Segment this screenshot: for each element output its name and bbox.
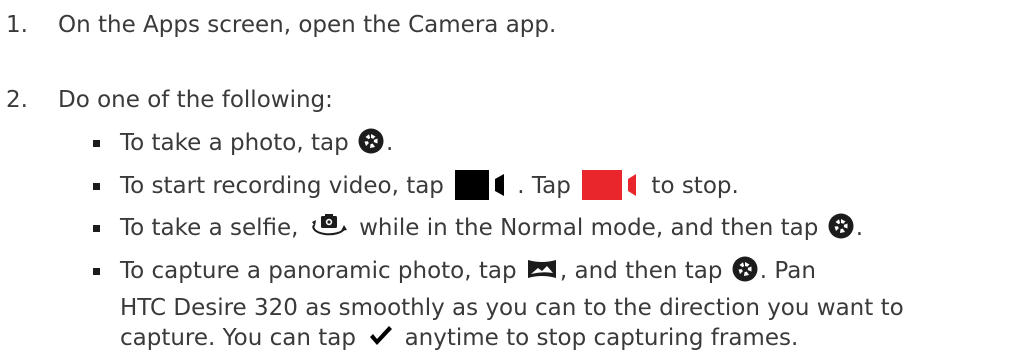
text-run: to stop. <box>644 173 739 199</box>
bullet-marker <box>93 268 100 275</box>
text-run: . Pan <box>759 258 816 284</box>
bullet-text: To start recording video, tap . Tap to s… <box>120 169 739 202</box>
switch-camera-icon <box>311 213 347 235</box>
bullet-marker <box>93 140 100 147</box>
text-run: To take a photo, tap <box>120 130 356 156</box>
text-run: while in the Normal mode, and then tap <box>351 215 826 241</box>
bullet-text: To take a photo, tap . <box>120 128 393 158</box>
step-text: Do one of the following: <box>58 87 333 113</box>
text-run: capture. You can tap <box>120 325 364 351</box>
text-run: . <box>386 130 394 156</box>
bullet-panorama-line-3: capture. You can tap anytime to stop cap… <box>120 323 798 353</box>
bullet-marker <box>93 183 100 190</box>
step-number: 2. <box>6 87 28 113</box>
shutter-icon <box>732 256 758 281</box>
text-run: . <box>855 215 864 241</box>
checkmark-icon <box>370 325 393 345</box>
panorama-icon <box>527 259 556 278</box>
text-run: anytime to stop capturing frames. <box>397 325 799 351</box>
bullet-panorama-line-2: HTC Desire 320 as smoothly as you can to… <box>120 295 904 321</box>
text-run: To start recording video, tap <box>120 173 452 199</box>
text-run: . Tap <box>517 173 579 199</box>
bullet-text: To capture a panoramic photo, tap , and … <box>120 256 816 286</box>
video-record-icon <box>455 169 505 200</box>
bullet-text: To take a selfie, while in the Normal mo… <box>120 213 863 243</box>
text-run: , and then tap <box>559 258 730 284</box>
text-run: To capture a panoramic photo, tap <box>120 258 524 284</box>
bullet-marker <box>93 225 100 232</box>
text-run: To take a selfie, <box>120 215 306 241</box>
video-stop-icon <box>582 169 637 200</box>
shutter-icon <box>358 128 384 153</box>
shutter-icon <box>828 213 854 238</box>
step-text: On the Apps screen, open the Camera app. <box>58 12 557 38</box>
step-number: 1. <box>6 12 28 38</box>
